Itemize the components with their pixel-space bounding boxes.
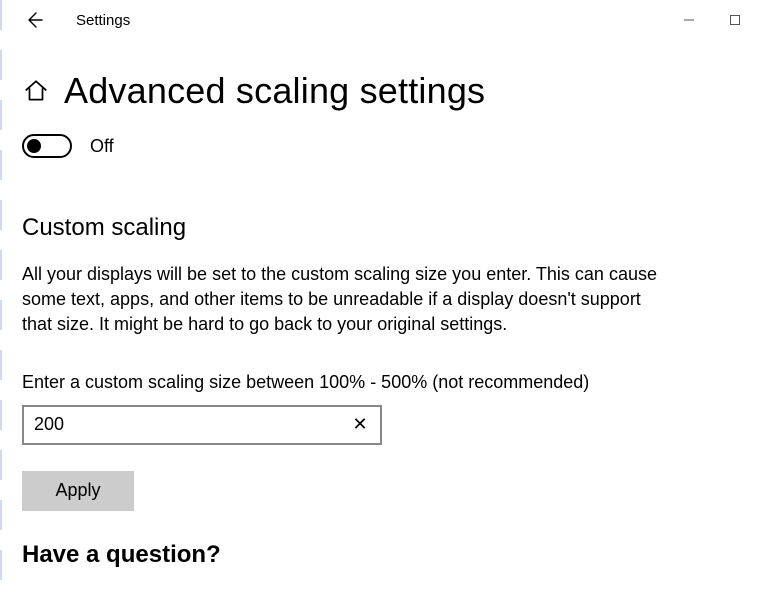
custom-scaling-input[interactable] (22, 405, 382, 445)
custom-scaling-heading: Custom scaling (22, 214, 746, 242)
clear-input-icon[interactable]: ✕ (346, 405, 374, 445)
page-header: Advanced scaling settings (22, 70, 746, 112)
custom-scaling-input-wrap: ✕ (22, 405, 382, 445)
custom-scaling-field-label: Enter a custom scaling size between 100%… (22, 372, 746, 393)
fix-blurry-apps-toggle-row: Off (22, 134, 746, 158)
apply-button[interactable]: Apply (22, 471, 134, 511)
home-icon[interactable] (22, 77, 50, 105)
window-controls (666, 4, 768, 36)
content-area: Advanced scaling settings Off Custom sca… (0, 40, 768, 569)
have-a-question-heading: Have a question? (22, 541, 746, 569)
titlebar: Settings (0, 0, 768, 40)
toggle-state-label: Off (90, 136, 114, 157)
page-title: Advanced scaling settings (64, 70, 485, 112)
toggle-knob (27, 139, 41, 153)
custom-scaling-description: All your displays will be set to the cus… (22, 262, 662, 338)
minimize-icon[interactable] (666, 4, 712, 36)
window-left-edge-decoration (0, 0, 2, 597)
fix-blurry-apps-toggle[interactable] (22, 134, 72, 158)
back-arrow-icon[interactable] (24, 10, 44, 30)
titlebar-title: Settings (76, 12, 130, 29)
maximize-icon[interactable] (712, 4, 758, 36)
